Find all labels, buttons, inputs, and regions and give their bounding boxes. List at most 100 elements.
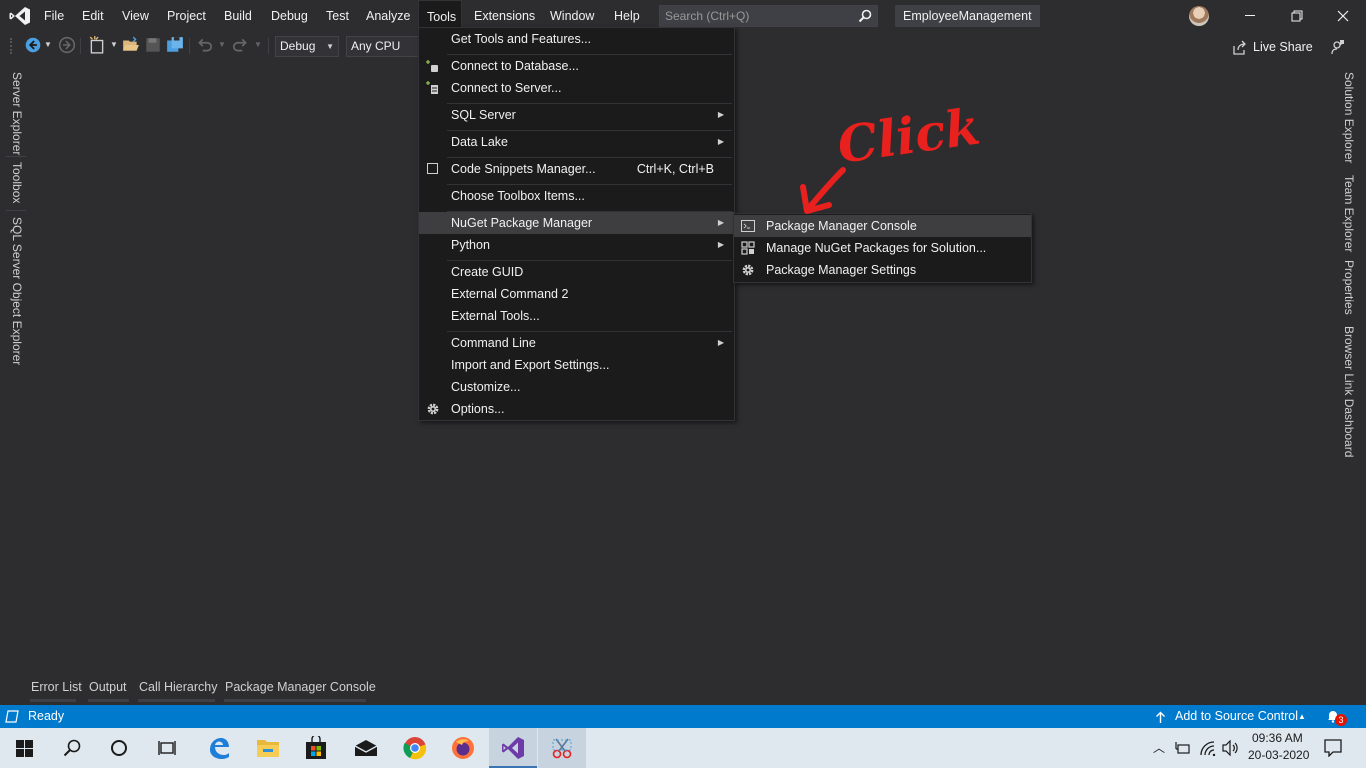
menu-item-command-line[interactable]: Command Line ▶ [419,332,734,354]
clock-date[interactable]: 20-03-2020 [1248,748,1309,762]
menu-build[interactable]: Build [224,0,252,32]
cortana-icon[interactable] [110,739,128,757]
output-window-icon[interactable] [5,710,19,723]
side-tab-sql-server-object-explorer[interactable]: SQL Server Object Explorer [10,217,24,365]
click-annotation-text: Click [834,96,984,174]
menu-item-label: Get Tools and Features... [451,32,592,46]
tab-call-hierarchy[interactable]: Call Hierarchy [139,680,218,694]
redo-dropdown-icon[interactable]: ▼ [254,40,262,49]
chrome-icon[interactable] [403,736,427,760]
new-dropdown-icon[interactable]: ▼ [110,40,118,49]
chevron-up-icon[interactable]: ▲ [1298,705,1306,728]
side-tab-solution-explorer[interactable]: Solution Explorer [1342,72,1356,163]
menu-item-connect-database[interactable]: Connect to Database... [419,55,734,77]
menu-item-data-lake[interactable]: Data Lake ▶ [419,131,734,153]
task-view-icon[interactable] [158,739,176,757]
side-tab-divider [6,156,26,157]
mail-icon[interactable] [354,739,378,757]
menu-item-shortcut: Ctrl+K, Ctrl+B [636,162,714,176]
menu-test[interactable]: Test [326,0,349,32]
gear-icon [742,264,754,276]
back-icon[interactable] [24,36,42,54]
feedback-icon[interactable] [1329,39,1345,55]
taskbar-visual-studio[interactable] [489,728,537,768]
menu-debug[interactable]: Debug [271,0,308,32]
action-center-icon[interactable] [1324,739,1342,757]
menu-item-import-export-settings[interactable]: Import and Export Settings... [419,354,734,376]
menu-item-label: Python [451,238,490,252]
side-tab-team-explorer[interactable]: Team Explorer [1342,175,1356,252]
menu-item-connect-server[interactable]: Connect to Server... [419,77,734,99]
new-project-icon[interactable] [88,36,106,54]
redo-icon[interactable] [231,36,249,54]
checkbox-icon [427,163,438,174]
menu-file[interactable]: File [44,0,64,32]
undo-icon[interactable] [196,36,214,54]
live-share-button[interactable]: Live Share [1253,40,1313,54]
chevron-up-icon[interactable]: ︿ [1153,739,1165,756]
restore-icon[interactable] [1291,10,1303,22]
menu-item-sql-server[interactable]: SQL Server ▶ [419,104,734,126]
side-tab-browser-link-dashboard[interactable]: Browser Link Dashboard [1342,326,1356,457]
menu-item-get-tools[interactable]: Get Tools and Features... [419,28,734,50]
taskbar-snipping-tool[interactable] [538,728,586,768]
firefox-icon[interactable] [451,736,475,760]
search-icon[interactable] [63,739,81,757]
menu-edit[interactable]: Edit [82,0,104,32]
side-tab-server-explorer[interactable]: Server Explorer [10,72,24,155]
forward-icon[interactable] [58,36,76,54]
clock-time[interactable]: 09:36 AM [1252,731,1303,745]
save-icon[interactable] [144,36,162,54]
minimize-icon[interactable] [1245,15,1255,16]
windows-start-icon[interactable] [16,740,33,757]
power-plug-icon[interactable] [1175,740,1191,756]
solution-platform-dropdown[interactable]: Any CPU [346,36,418,57]
menu-item-python[interactable]: Python ▶ [419,234,734,256]
side-tab-properties[interactable]: Properties [1342,260,1356,315]
menu-item-code-snippets-manager[interactable]: Code Snippets Manager... Ctrl+K, Ctrl+B [419,158,734,180]
tab-package-manager-console[interactable]: Package Manager Console [225,680,376,694]
menu-item-label: NuGet Package Manager [451,216,593,230]
submenu-arrow-icon: ▶ [717,338,724,347]
tab-output[interactable]: Output [89,680,127,694]
menu-analyze[interactable]: Analyze [366,0,410,32]
back-dropdown-icon[interactable]: ▼ [44,40,52,49]
file-explorer-icon[interactable] [256,737,280,759]
tab-error-list[interactable]: Error List [31,680,82,694]
volume-icon[interactable] [1222,740,1240,756]
menu-item-choose-toolbox-items[interactable]: Choose Toolbox Items... [419,185,734,207]
tab-underline [138,699,215,702]
menu-item-label: Package Manager Settings [766,263,917,277]
side-tab-divider [6,210,26,211]
solution-configuration-dropdown[interactable]: Debug ▼ [275,36,339,57]
side-tab-toolbox[interactable]: Toolbox [10,162,24,203]
menu-item-external-tools[interactable]: External Tools... [419,305,734,327]
undo-dropdown-icon[interactable]: ▼ [218,40,226,49]
open-folder-icon[interactable] [122,36,140,54]
user-avatar[interactable] [1189,6,1209,26]
search-icon[interactable] [858,9,872,23]
search-input[interactable]: Search (Ctrl+Q) [659,5,878,27]
menu-view[interactable]: View [122,0,149,32]
search-placeholder: Search (Ctrl+Q) [665,9,750,23]
wifi-icon[interactable] [1199,740,1217,756]
edge-browser-icon[interactable] [207,736,231,760]
live-share-icon[interactable] [1232,40,1248,56]
menu-item-package-manager-settings[interactable]: Package Manager Settings [734,259,1031,281]
visual-studio-logo-icon[interactable] [9,6,31,26]
menu-item-label: Choose Toolbox Items... [451,189,585,203]
save-all-icon[interactable] [166,36,184,54]
menu-item-label: Create GUID [451,265,524,279]
menu-item-options[interactable]: Options... [419,398,734,420]
menu-project[interactable]: Project [167,0,206,32]
microsoft-store-icon[interactable] [305,736,327,760]
close-icon[interactable] [1337,10,1349,22]
menu-item-customize[interactable]: Customize... [419,376,734,398]
menu-item-create-guid[interactable]: Create GUID [419,261,734,283]
menu-item-manage-nuget-packages[interactable]: Manage NuGet Packages for Solution... [734,237,1031,259]
solution-platform-value: Any CPU [351,39,401,53]
menu-item-external-command-2[interactable]: External Command 2 [419,283,734,305]
menu-item-nuget-package-manager[interactable]: NuGet Package Manager ▶ [419,212,734,234]
status-bar: Ready Add to Source Control ▲ 3 [0,705,1366,728]
add-to-source-control-button[interactable]: Add to Source Control [1175,705,1298,728]
